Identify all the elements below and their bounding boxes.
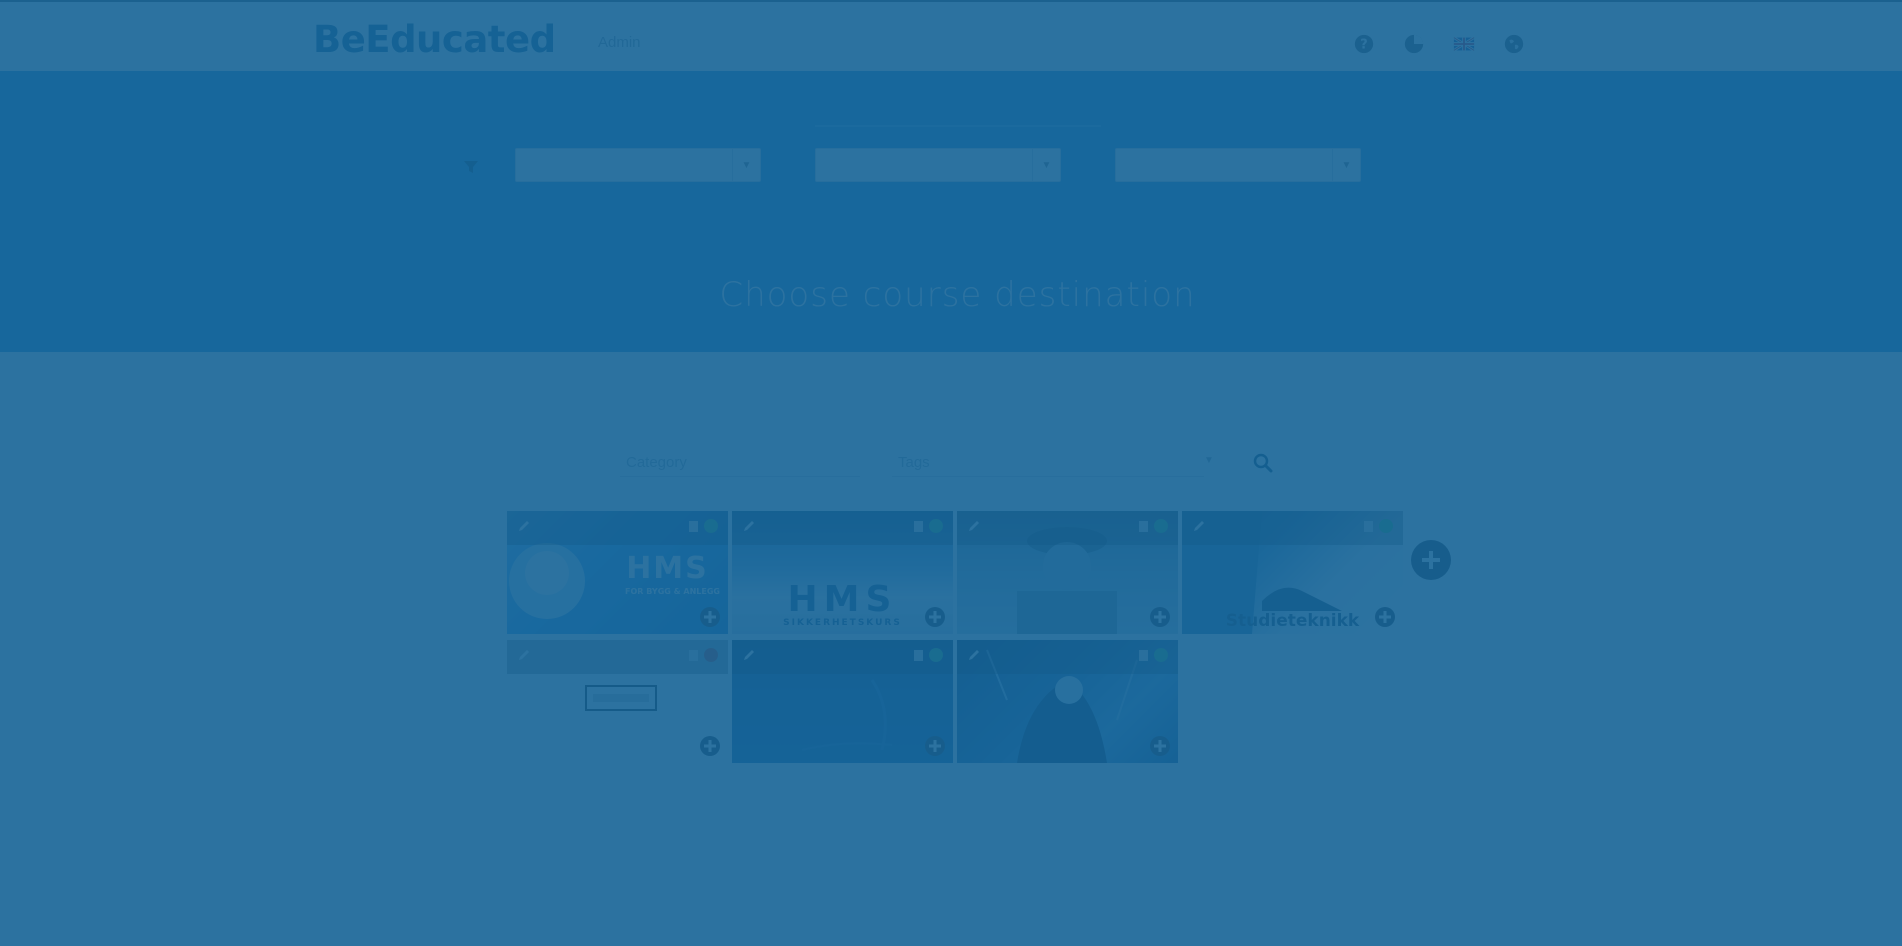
search-icon[interactable] (1252, 452, 1274, 474)
course-subtitle: SIKKERHETSKURS (783, 618, 902, 628)
tags-input[interactable] (892, 449, 1204, 477)
course-card[interactable]: Studieteknikk (1182, 511, 1403, 634)
svg-text:?: ? (1360, 38, 1367, 53)
plus-circle-icon[interactable] (924, 606, 946, 628)
status-indicator (929, 648, 943, 662)
status-indicator (1154, 519, 1168, 533)
course-image (585, 685, 657, 711)
globe-icon[interactable] (1502, 32, 1526, 56)
status-indicator (704, 519, 718, 533)
hero-banner: ▼ ▼ ▼ Choose course destination (0, 71, 1902, 352)
course-card[interactable] (732, 640, 953, 763)
copy-icon[interactable] (688, 649, 700, 662)
status-indicator (929, 519, 943, 533)
status-indicator (1379, 519, 1393, 533)
pencil-icon[interactable] (742, 519, 756, 533)
copy-icon[interactable] (913, 520, 925, 533)
filter-select-1[interactable]: ▼ (515, 148, 761, 182)
course-title: HMS (787, 579, 898, 620)
course-card[interactable] (957, 640, 1178, 763)
course-card[interactable]: HMS SIKKERHETSKURS (732, 511, 953, 634)
search-row: ▼ (0, 449, 1902, 479)
course-card[interactable] (957, 511, 1178, 634)
chart-icon[interactable] (1402, 32, 1426, 56)
plus-circle-icon[interactable] (1149, 606, 1171, 628)
copy-icon[interactable] (1363, 520, 1375, 533)
pencil-icon[interactable] (517, 519, 531, 533)
language-flag-icon[interactable] (1452, 32, 1476, 56)
course-card[interactable] (507, 640, 728, 763)
status-indicator (1154, 648, 1168, 662)
pencil-icon[interactable] (742, 648, 756, 662)
page-title: Choose course destination (719, 275, 1196, 315)
pencil-icon[interactable] (967, 519, 981, 533)
chevron-down-icon: ▼ (732, 149, 760, 181)
filter-icon (464, 161, 478, 173)
top-icon-bar: ? (1352, 32, 1526, 56)
pencil-icon[interactable] (967, 648, 981, 662)
plus-circle-icon[interactable] (699, 735, 721, 757)
course-title: Studieteknikk (1225, 611, 1360, 631)
pencil-icon[interactable] (517, 648, 531, 662)
plus-circle-icon[interactable] (924, 735, 946, 757)
filter-select-2[interactable]: ▼ (815, 148, 1061, 182)
hero-divider (815, 125, 1101, 127)
category-input[interactable] (620, 449, 860, 477)
plus-circle-icon[interactable] (1374, 606, 1396, 628)
filter-select-3[interactable]: ▼ (1115, 148, 1361, 182)
copy-icon[interactable] (688, 520, 700, 533)
top-navbar: BeEducated Admin ? (0, 0, 1902, 71)
brand-logo[interactable]: BeEducated (313, 18, 556, 61)
add-course-button[interactable] (1411, 540, 1451, 580)
copy-icon[interactable] (1138, 649, 1150, 662)
course-card[interactable]: HMS FOR BYGG & ANLEGG (507, 511, 728, 634)
plus-circle-icon[interactable] (699, 606, 721, 628)
pencil-icon[interactable] (1192, 519, 1206, 533)
plus-icon (1422, 551, 1440, 569)
section-label: Admin (598, 34, 641, 51)
plus-circle-icon[interactable] (1149, 735, 1171, 757)
copy-icon[interactable] (1138, 520, 1150, 533)
status-indicator (704, 648, 718, 662)
chevron-down-icon: ▼ (1032, 149, 1060, 181)
chevron-down-icon: ▼ (1332, 149, 1360, 181)
copy-icon[interactable] (913, 649, 925, 662)
course-subtitle: FOR BYGG & ANLEGG (625, 587, 720, 596)
chevron-down-icon[interactable]: ▼ (1204, 455, 1214, 466)
course-title: HMS (626, 551, 709, 586)
help-icon[interactable]: ? (1352, 32, 1376, 56)
